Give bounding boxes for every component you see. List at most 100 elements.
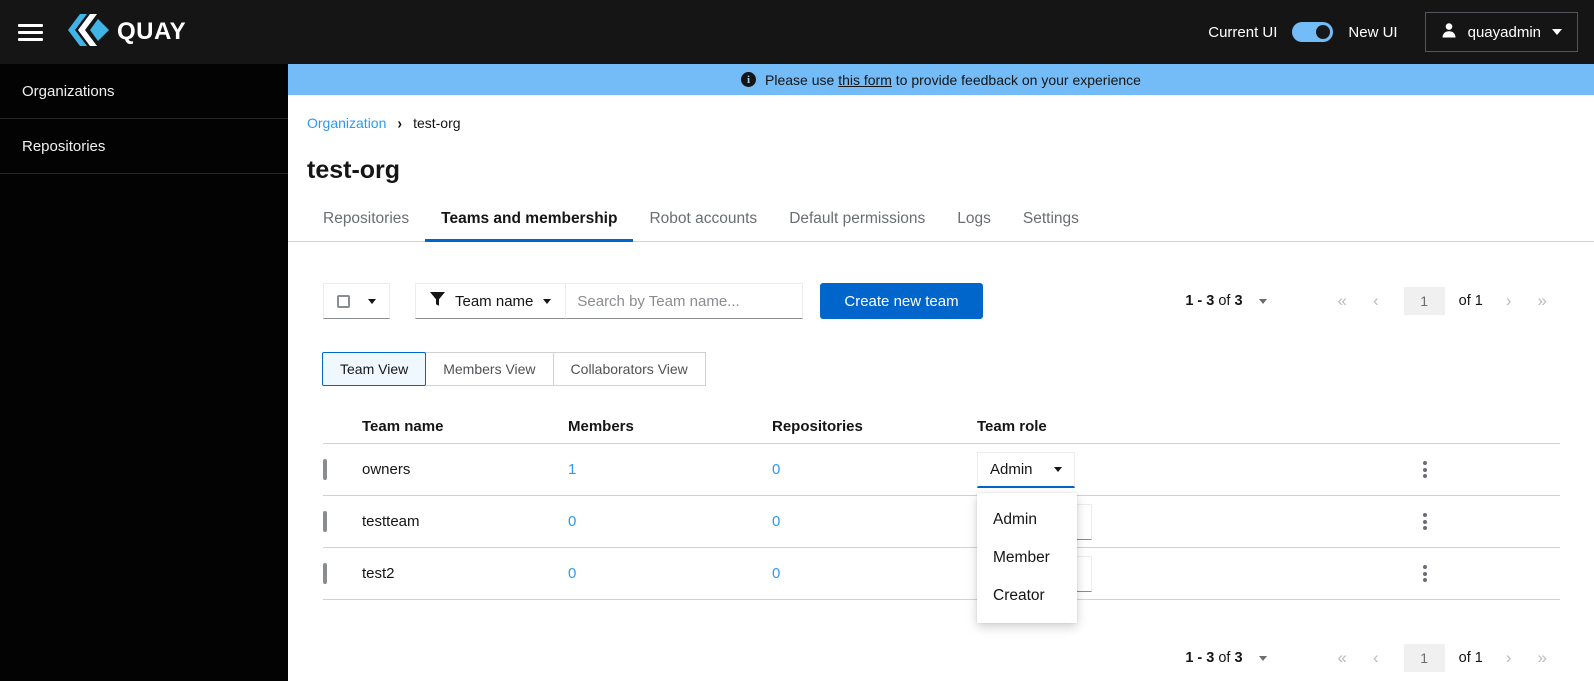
sidebar: Organizations Repositories — [0, 64, 288, 681]
toggle-knob — [1316, 25, 1331, 39]
teams-table: Team name Members Repositories Team role… — [323, 409, 1560, 623]
banner-text-suffix: to provide feedback on your experience — [895, 71, 1141, 88]
quay-logo-icon — [68, 13, 110, 51]
create-new-team-button[interactable]: Create new team — [820, 283, 983, 319]
first-page-button[interactable]: « — [1325, 648, 1360, 668]
current-page-input[interactable]: 1 — [1403, 287, 1445, 315]
tab-default-permissions[interactable]: Default permissions — [773, 198, 941, 241]
row-kebab-menu-icon[interactable] — [1413, 455, 1437, 485]
teams-toolbar: Team name Create new team 1 - 3 of 3 « — [323, 283, 1560, 319]
pagination-top: 1 - 3 of 3 « ‹ 1 of 1 › » — [1185, 287, 1560, 315]
tab-settings[interactable]: Settings — [1007, 198, 1095, 241]
next-page-button[interactable]: › — [1493, 648, 1525, 668]
row-checkbox[interactable] — [323, 563, 327, 584]
tab-logs[interactable]: Logs — [941, 198, 1007, 241]
team-name-cell: owners — [362, 461, 411, 478]
role-option-admin[interactable]: Admin — [977, 501, 1077, 539]
tab-robot-accounts[interactable]: Robot accounts — [633, 198, 773, 241]
user-icon — [1441, 22, 1457, 42]
chevron-down-icon — [1258, 298, 1267, 304]
team-role-menu: Admin Member Creator — [977, 493, 1077, 623]
pagination-range: 1 - 3 — [1185, 650, 1215, 666]
masthead: QUAY Current UI New UI quayadmin — [0, 0, 1594, 64]
tab-teams-and-membership[interactable]: Teams and membership — [425, 198, 634, 242]
pagination-range-dropdown[interactable]: 1 - 3 of 3 — [1185, 293, 1267, 309]
team-view-button[interactable]: Team View — [322, 352, 427, 386]
role-option-member[interactable]: Member — [977, 539, 1077, 577]
last-page-button[interactable]: » — [1525, 648, 1560, 668]
prev-page-button[interactable]: ‹ — [1360, 648, 1392, 668]
collaborators-view-button[interactable]: Collaborators View — [552, 352, 706, 386]
prev-page-button[interactable]: ‹ — [1360, 291, 1392, 311]
logo-text: QUAY — [117, 18, 187, 45]
username: quayadmin — [1467, 23, 1541, 41]
team-name-cell: testteam — [362, 513, 420, 530]
ui-toggle-switch[interactable] — [1292, 22, 1334, 42]
members-count-link[interactable]: 0 — [568, 565, 772, 582]
breadcrumb-chevron-icon: › — [397, 114, 403, 132]
filter-column-dropdown[interactable]: Team name — [415, 283, 567, 319]
col-members: Members — [568, 417, 634, 435]
breadcrumb: Organization › test-org — [307, 114, 1594, 132]
row-checkbox[interactable] — [323, 511, 327, 532]
user-menu-dropdown[interactable]: quayadmin — [1424, 12, 1578, 52]
row-kebab-menu-icon[interactable] — [1413, 507, 1437, 537]
repositories-count-link[interactable]: 0 — [772, 513, 977, 530]
last-page-button[interactable]: » — [1525, 291, 1560, 311]
chevron-down-icon — [1552, 29, 1562, 35]
hamburger-menu-icon[interactable] — [18, 15, 52, 49]
pagination-bottom: 1 - 3 of 3 « ‹ 1 of 1 › » — [1185, 644, 1560, 672]
members-count-link[interactable]: 0 — [568, 513, 772, 530]
bulk-select-dropdown[interactable] — [323, 283, 390, 319]
chevron-down-icon — [1258, 655, 1267, 661]
new-ui-label: New UI — [1348, 23, 1398, 41]
main-content: i Please use this form to provide feedba… — [288, 64, 1594, 681]
row-kebab-menu-icon[interactable] — [1413, 559, 1437, 589]
repositories-count-link[interactable]: 0 — [772, 461, 977, 478]
total-pages-label: of 1 — [1458, 650, 1483, 666]
table-row: testteam 0 0 — [323, 496, 1560, 548]
breadcrumb-current: test-org — [413, 115, 461, 131]
banner-text-prefix: Please use — [765, 71, 835, 88]
tab-repositories[interactable]: Repositories — [307, 198, 425, 241]
col-repositories: Repositories — [772, 417, 863, 435]
feedback-banner: i Please use this form to provide feedba… — [288, 64, 1594, 95]
pagination-total: 3 — [1234, 650, 1243, 666]
breadcrumb-organization-link[interactable]: Organization — [307, 115, 386, 131]
sidebar-item-organizations[interactable]: Organizations — [0, 64, 288, 119]
team-role-select[interactable]: Admin — [977, 451, 1075, 488]
sidebar-item-repositories[interactable]: Repositories — [0, 119, 288, 174]
col-team-name: Team name — [362, 417, 444, 435]
view-toggle-group: Team View Members View Collaborators Vie… — [322, 352, 1560, 386]
current-page-input[interactable]: 1 — [1403, 644, 1445, 672]
feedback-form-link[interactable]: this form — [838, 72, 892, 88]
filter-label: Team name — [455, 292, 534, 310]
table-row: test2 0 0 — [323, 548, 1560, 600]
org-tabs: Repositories Teams and membership Robot … — [288, 198, 1594, 242]
select-all-checkbox[interactable] — [337, 294, 350, 308]
quay-logo[interactable]: QUAY — [68, 13, 187, 51]
team-role-value: Admin — [990, 460, 1033, 478]
filter-icon — [430, 292, 445, 310]
table-row: owners 1 0 Admin Admin Member Creator — [323, 444, 1560, 623]
row-checkbox[interactable] — [323, 459, 327, 480]
page-title: test-org — [307, 156, 401, 184]
chevron-down-icon — [368, 298, 376, 304]
pagination-range-dropdown[interactable]: 1 - 3 of 3 — [1185, 650, 1267, 666]
chevron-down-icon — [543, 298, 552, 304]
members-view-button[interactable]: Members View — [425, 352, 554, 386]
total-pages-label: of 1 — [1458, 293, 1483, 309]
first-page-button[interactable]: « — [1325, 291, 1360, 311]
info-icon: i — [741, 72, 757, 87]
team-name-cell: test2 — [362, 565, 395, 582]
sidebar-item-label: Organizations — [22, 82, 115, 100]
members-count-link[interactable]: 1 — [568, 461, 772, 478]
chevron-down-icon — [1054, 466, 1062, 472]
current-ui-label: Current UI — [1208, 23, 1278, 41]
sidebar-item-label: Repositories — [22, 137, 106, 155]
repositories-count-link[interactable]: 0 — [772, 565, 977, 582]
next-page-button[interactable]: › — [1493, 291, 1525, 311]
role-option-creator[interactable]: Creator — [977, 577, 1077, 615]
search-input[interactable] — [566, 283, 804, 319]
col-team-role: Team role — [977, 417, 1047, 435]
